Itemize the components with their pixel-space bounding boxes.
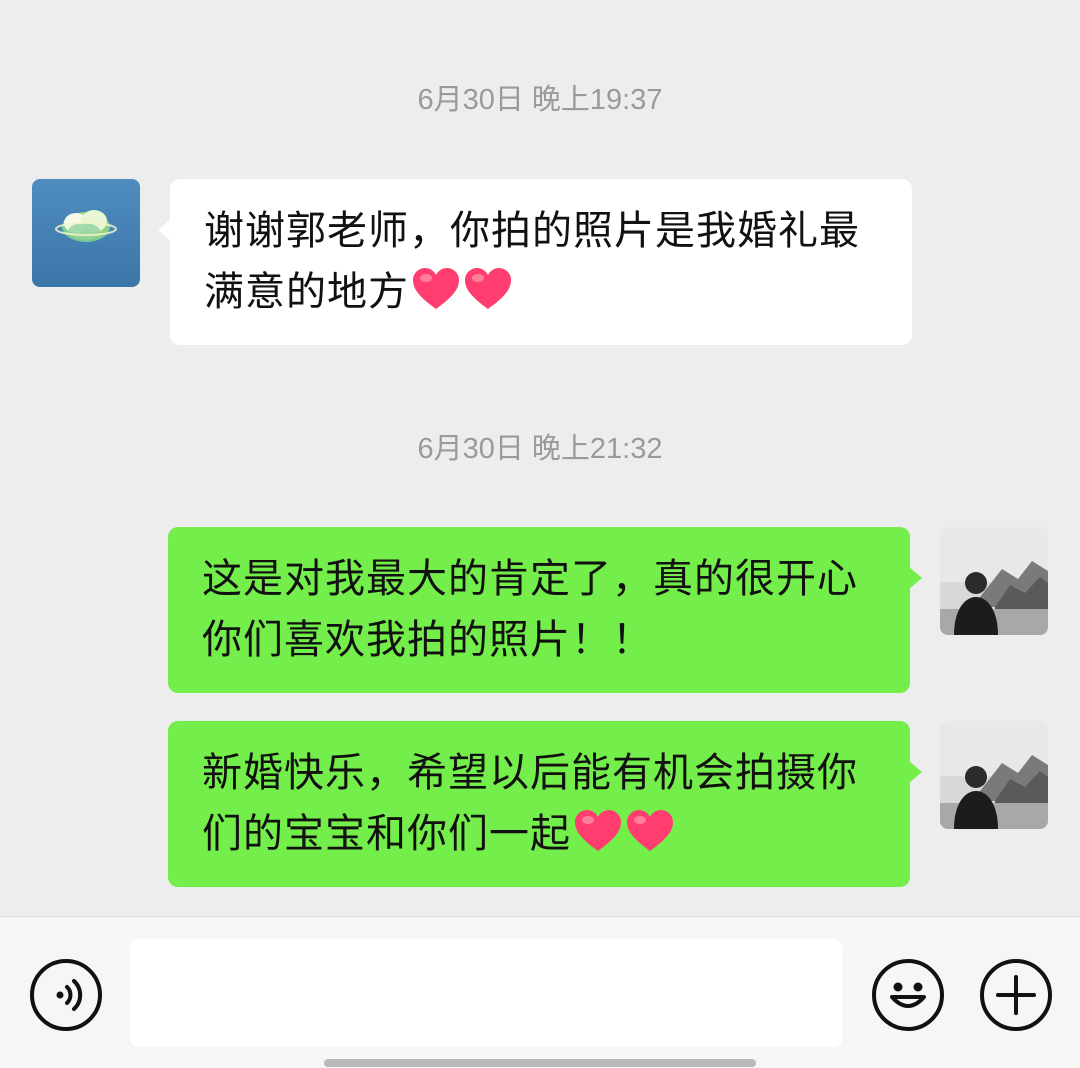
chat-area[interactable]: 6月30日 晚上19:37 谢谢郭老师，你拍的照片是我婚礼最满意的地方 6月30… [0, 0, 1080, 916]
voice-icon[interactable] [30, 959, 102, 1031]
sent-message-bubble[interactable]: 新婚快乐，希望以后能有机会拍摄你们的宝宝和你们一起 [168, 721, 922, 887]
heart-icon [627, 810, 673, 851]
plus-icon[interactable] [980, 959, 1052, 1031]
user-avatar[interactable] [940, 527, 1048, 635]
input-bar [0, 916, 1080, 1068]
emoji-icon[interactable] [872, 959, 944, 1031]
message-timestamp: 6月30日 晚上21:32 [417, 433, 663, 465]
received-message-bubble[interactable]: 谢谢郭老师，你拍的照片是我婚礼最满意的地方 [158, 179, 912, 345]
message-input[interactable] [130, 939, 842, 1047]
sent-message-bubble[interactable]: 这是对我最大的肯定了，真的很开心你们喜欢我拍的照片！！ [168, 527, 922, 693]
message-text: 这是对我最大的肯定了，真的很开心你们喜欢我拍的照片！！ [202, 556, 858, 663]
contact-avatar[interactable] [32, 179, 140, 287]
heart-icon [575, 810, 621, 851]
message-text: 谢谢郭老师，你拍的照片是我婚礼最满意的地方 [204, 208, 860, 315]
heart-icon [465, 268, 511, 309]
user-avatar[interactable] [940, 721, 1048, 829]
message-text: 新婚快乐，希望以后能有机会拍摄你们的宝宝和你们一起 [202, 750, 858, 857]
home-indicator [324, 1059, 756, 1067]
heart-icon [413, 268, 459, 309]
message-timestamp: 6月30日 晚上19:37 [417, 84, 663, 116]
